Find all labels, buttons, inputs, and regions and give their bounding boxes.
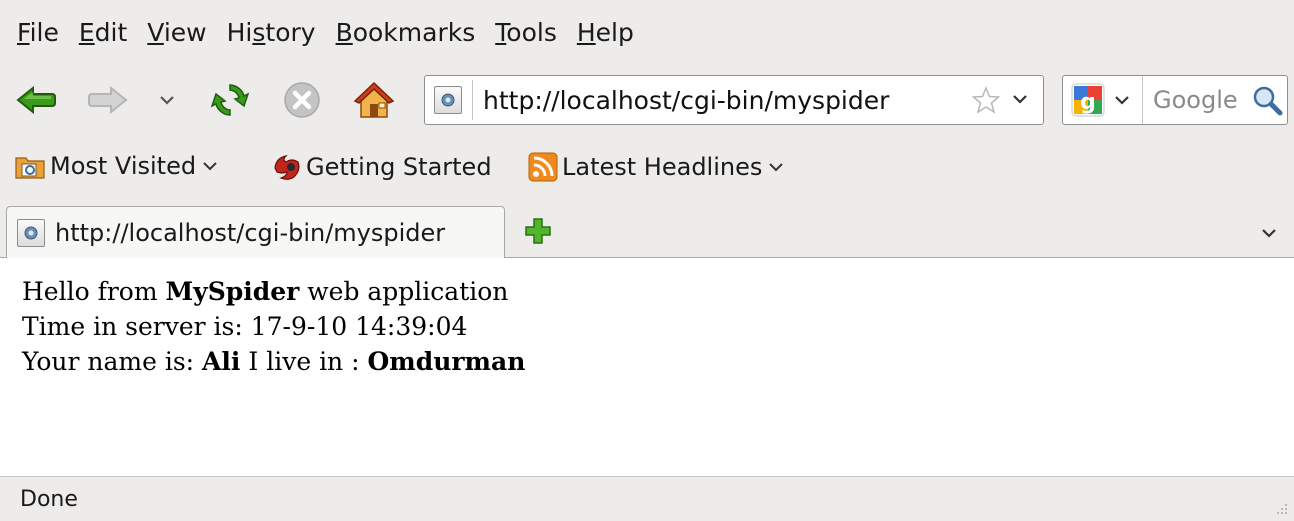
reload-button[interactable] xyxy=(208,78,252,122)
forward-icon xyxy=(88,85,128,115)
forward-button[interactable] xyxy=(86,78,130,122)
user-info-line: Your name is: Ali I live in : Omdurman xyxy=(22,347,526,376)
navigation-toolbar: http://localhost/cgi-bin/myspider g Goog… xyxy=(0,64,1294,138)
menu-help[interactable]: Help xyxy=(577,18,634,47)
bookmark-latest-headlines[interactable]: Latest Headlines xyxy=(528,152,786,182)
user-name: Ali xyxy=(202,347,241,376)
bookmarks-toolbar: Most Visited Getting Started Latest Head… xyxy=(0,138,1294,200)
rss-icon xyxy=(528,152,558,182)
bookmark-most-visited[interactable]: Most Visited xyxy=(14,152,220,180)
url-input[interactable]: http://localhost/cgi-bin/myspider xyxy=(483,86,889,115)
stop-button[interactable] xyxy=(280,78,324,122)
resize-grip-icon[interactable] xyxy=(1274,501,1288,515)
home-button[interactable] xyxy=(352,78,396,122)
tab-active[interactable]: http://localhost/cgi-bin/myspider xyxy=(6,206,505,259)
menu-view[interactable]: View xyxy=(147,18,206,47)
search-input[interactable]: Google xyxy=(1153,86,1238,114)
chevron-down-icon xyxy=(769,163,784,172)
url-dropdown-icon[interactable] xyxy=(1009,88,1031,114)
chevron-down-icon xyxy=(1262,229,1276,238)
bookmark-star-icon[interactable] xyxy=(971,85,1001,119)
history-dropdown-button[interactable] xyxy=(152,78,182,122)
app-name: MySpider xyxy=(165,277,300,306)
stop-icon xyxy=(284,82,320,118)
chevron-down-icon xyxy=(203,162,217,171)
menu-bookmarks[interactable]: Bookmarks xyxy=(336,18,476,47)
history-dropdown-icon xyxy=(160,96,174,105)
tab-favicon-icon xyxy=(17,219,45,247)
menu-bar: File Edit View History Bookmarks Tools H… xyxy=(0,0,1294,64)
url-separator xyxy=(472,80,473,120)
search-engine-button[interactable]: g xyxy=(1063,76,1143,124)
page-favicon-icon xyxy=(434,86,462,114)
back-button[interactable] xyxy=(14,78,58,122)
svg-text:g: g xyxy=(1080,90,1096,115)
home-icon xyxy=(353,81,395,118)
search-bar[interactable]: g Google xyxy=(1062,75,1288,125)
menu-history[interactable]: History xyxy=(227,18,316,47)
new-tab-button[interactable] xyxy=(523,216,553,250)
greeting-line: Hello from MySpider web application xyxy=(22,277,509,306)
menu-edit[interactable]: Edit xyxy=(79,18,127,47)
menu-tools[interactable]: Tools xyxy=(495,18,557,47)
back-icon xyxy=(16,85,56,115)
search-magnifier-icon[interactable] xyxy=(1251,84,1283,120)
page-content: Hello from MySpider web application Time… xyxy=(0,258,1294,476)
status-text: Done xyxy=(20,486,78,512)
firefox-icon xyxy=(274,155,300,180)
status-bar: Done xyxy=(0,476,1294,521)
tab-title: http://localhost/cgi-bin/myspider xyxy=(55,219,446,247)
bookmark-getting-started[interactable]: Getting Started xyxy=(272,152,492,182)
reload-icon xyxy=(210,84,250,116)
plus-icon xyxy=(525,218,551,244)
url-bar[interactable]: http://localhost/cgi-bin/myspider xyxy=(424,75,1044,125)
tab-list-button[interactable] xyxy=(1258,222,1280,248)
google-icon: g xyxy=(1071,83,1105,117)
tab-strip: http://localhost/cgi-bin/myspider xyxy=(0,200,1294,259)
engine-dropdown-icon xyxy=(1115,96,1129,105)
user-city: Omdurman xyxy=(367,347,526,376)
server-time-line: Time in server is: 17-9-10 14:39:04 xyxy=(22,312,468,341)
menu-file[interactable]: File xyxy=(17,18,59,47)
smart-folder-icon xyxy=(15,157,45,179)
